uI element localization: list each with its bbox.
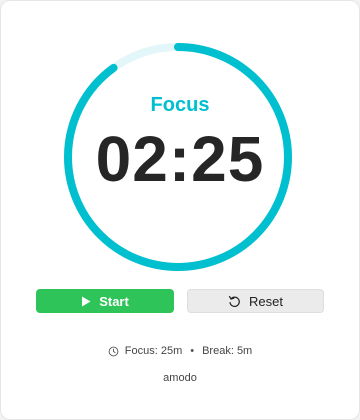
reset-button-label: Reset xyxy=(249,293,283,309)
break-duration: Break: 5m xyxy=(202,345,253,357)
reset-button[interactable]: Reset xyxy=(187,289,324,313)
brand-name: amodo xyxy=(163,372,197,384)
clock-icon xyxy=(108,346,119,356)
start-button-label: Start xyxy=(99,293,129,309)
timer-mode-label: Focus xyxy=(150,94,210,116)
timer-display: 02:25 xyxy=(95,123,265,195)
timer-card: Focus 02:25 Start Reset Focus: 25m • Bre… xyxy=(0,0,360,420)
start-button[interactable]: Start xyxy=(36,289,174,313)
reset-icon xyxy=(228,295,240,307)
session-settings: Focus: 25m • Break: 5m xyxy=(1,345,359,357)
play-icon xyxy=(82,296,91,306)
settings-separator: • xyxy=(190,345,195,357)
focus-duration: Focus: 25m xyxy=(124,345,183,357)
